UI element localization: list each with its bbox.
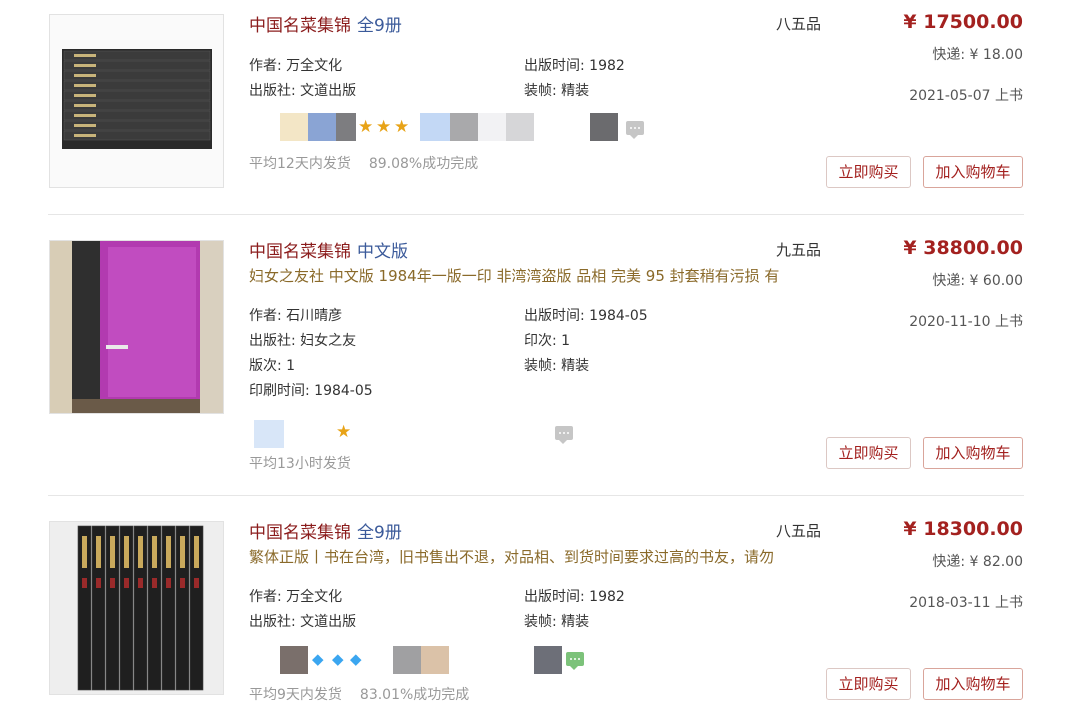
item-title[interactable]: 中国名菜集锦 全9册: [249, 11, 402, 36]
book-thumbnail[interactable]: [49, 240, 224, 414]
seller-rating-row: ◆ ◆ ◆: [250, 646, 590, 674]
add-to-cart-button[interactable]: 加入购物车: [923, 668, 1023, 700]
seller-rating-row: ★ ★ ★: [250, 113, 650, 141]
title-name[interactable]: 中国名菜集锦: [249, 523, 351, 543]
pub-date-field: 出版时间: 1982: [524, 58, 625, 74]
print-date-field: 印刷时间: 1984-05: [249, 383, 373, 399]
avatar: [393, 646, 421, 674]
book-thumbnail[interactable]: [49, 14, 224, 188]
chat-icon[interactable]: [555, 426, 573, 444]
success-rate: 89.08%成功完成: [368, 156, 479, 172]
star-icon: ★: [376, 117, 392, 137]
binding-field: 装帧: 精装: [524, 83, 590, 99]
condition-grade: 八五品: [776, 15, 822, 33]
title-subtitle[interactable]: 全9册: [357, 16, 402, 36]
diamond-icon: ◆: [332, 650, 344, 668]
publisher-field: 出版社: 妇女之友: [249, 333, 357, 349]
avatar: [254, 420, 284, 448]
price: ¥ 18300.00: [903, 518, 1023, 540]
chat-icon[interactable]: [626, 121, 644, 139]
search-results-list: 中国名菜集锦 全9册 作者: 万全文化 出版时间: 1982 出版社: 文道出版 …: [0, 0, 1080, 719]
avatar: [478, 113, 506, 141]
add-to-cart-button[interactable]: 加入购物车: [923, 156, 1023, 188]
publisher-field: 出版社: 文道出版: [249, 614, 357, 630]
author-field: 作者: 万全文化: [249, 589, 343, 605]
avatar: [506, 113, 534, 141]
pub-date-field: 出版时间: 1982: [524, 589, 625, 605]
condition-grade: 九五品: [776, 241, 822, 259]
price: ¥ 17500.00: [903, 11, 1023, 33]
shipping-fee: 快递: ¥ 60.00: [932, 273, 1023, 289]
star-icon: ★: [358, 117, 374, 137]
binding-field: 装帧: 精装: [524, 358, 590, 374]
title-name[interactable]: 中国名菜集锦: [249, 242, 351, 262]
avatar: [420, 113, 450, 141]
condition-grade: 八五品: [776, 522, 822, 540]
title-subtitle[interactable]: 全9册: [357, 523, 402, 543]
buy-now-button[interactable]: 立即购买: [826, 668, 911, 700]
author-field: 作者: 石川晴彦: [249, 308, 343, 324]
title-subtitle[interactable]: 中文版: [357, 242, 408, 262]
avatar: [590, 113, 618, 141]
avatar: [336, 113, 356, 141]
star-icon: ★: [394, 117, 410, 137]
dispatch-time: 平均9天内发货: [249, 687, 342, 703]
dispatch-time: 平均12天内发货: [249, 156, 351, 172]
seller-stats: 平均13小时发货: [249, 453, 351, 473]
star-icon: ★: [336, 422, 352, 442]
buy-now-button[interactable]: 立即购买: [826, 156, 911, 188]
avatar: [534, 646, 562, 674]
item-description: 妇女之友社 中文版 1984年一版一印 非湾湾盗版 品相 完美 95 封套稍有污…: [249, 267, 780, 285]
author-field: 作者: 万全文化: [249, 58, 343, 74]
item-description: 繁体正版丨书在台湾，旧书售出不退，对品相、到货时间要求过高的书友，请勿: [249, 548, 775, 566]
item-title[interactable]: 中国名菜集锦 中文版: [249, 237, 408, 262]
seller-stats: 平均12天内发货 89.08%成功完成: [249, 153, 478, 173]
shipping-fee: 快递: ¥ 82.00: [932, 554, 1023, 570]
list-item: 中国名菜集锦 全9册 作者: 万全文化 出版时间: 1982 出版社: 文道出版 …: [0, 0, 1080, 215]
item-title[interactable]: 中国名菜集锦 全9册: [249, 518, 402, 543]
chat-icon[interactable]: [566, 652, 584, 670]
title-name[interactable]: 中国名菜集锦: [249, 16, 351, 36]
printing-field: 印次: 1: [524, 333, 571, 349]
listed-date: 2021-05-07 上书: [909, 88, 1023, 104]
success-rate: 83.01%成功完成: [359, 687, 470, 703]
binding-field: 装帧: 精装: [524, 614, 590, 630]
book-stack-image: [50, 15, 223, 187]
dispatch-time: 平均13小时发货: [249, 456, 351, 472]
listed-date: 2018-03-11 上书: [909, 595, 1023, 611]
avatar: [280, 113, 308, 141]
book-box-image: [50, 241, 223, 413]
list-item: 中国名菜集锦 全9册 繁体正版丨书在台湾，旧书售出不退，对品相、到货时间要求过高的…: [0, 496, 1080, 719]
book-thumbnail[interactable]: [49, 521, 224, 695]
edition-field: 版次: 1: [249, 358, 296, 374]
avatar: [421, 646, 449, 674]
buy-now-button[interactable]: 立即购买: [826, 437, 911, 469]
shipping-fee: 快递: ¥ 18.00: [932, 47, 1023, 63]
add-to-cart-button[interactable]: 加入购物车: [923, 437, 1023, 469]
pub-date-field: 出版时间: 1984-05: [524, 308, 648, 324]
publisher-field: 出版社: 文道出版: [249, 83, 357, 99]
listed-date: 2020-11-10 上书: [909, 314, 1023, 330]
price: ¥ 38800.00: [903, 237, 1023, 259]
seller-stats: 平均9天内发货 83.01%成功完成: [249, 684, 469, 704]
avatar: [450, 113, 478, 141]
book-spines-image: [50, 522, 223, 694]
avatar: [308, 113, 336, 141]
seller-rating-row: ★: [250, 420, 590, 448]
diamond-icon: ◆: [312, 650, 324, 668]
list-item: 中国名菜集锦 中文版 妇女之友社 中文版 1984年一版一印 非湾湾盗版 品相 完…: [0, 215, 1080, 495]
avatar: [280, 646, 308, 674]
diamond-icon: ◆: [350, 650, 362, 668]
